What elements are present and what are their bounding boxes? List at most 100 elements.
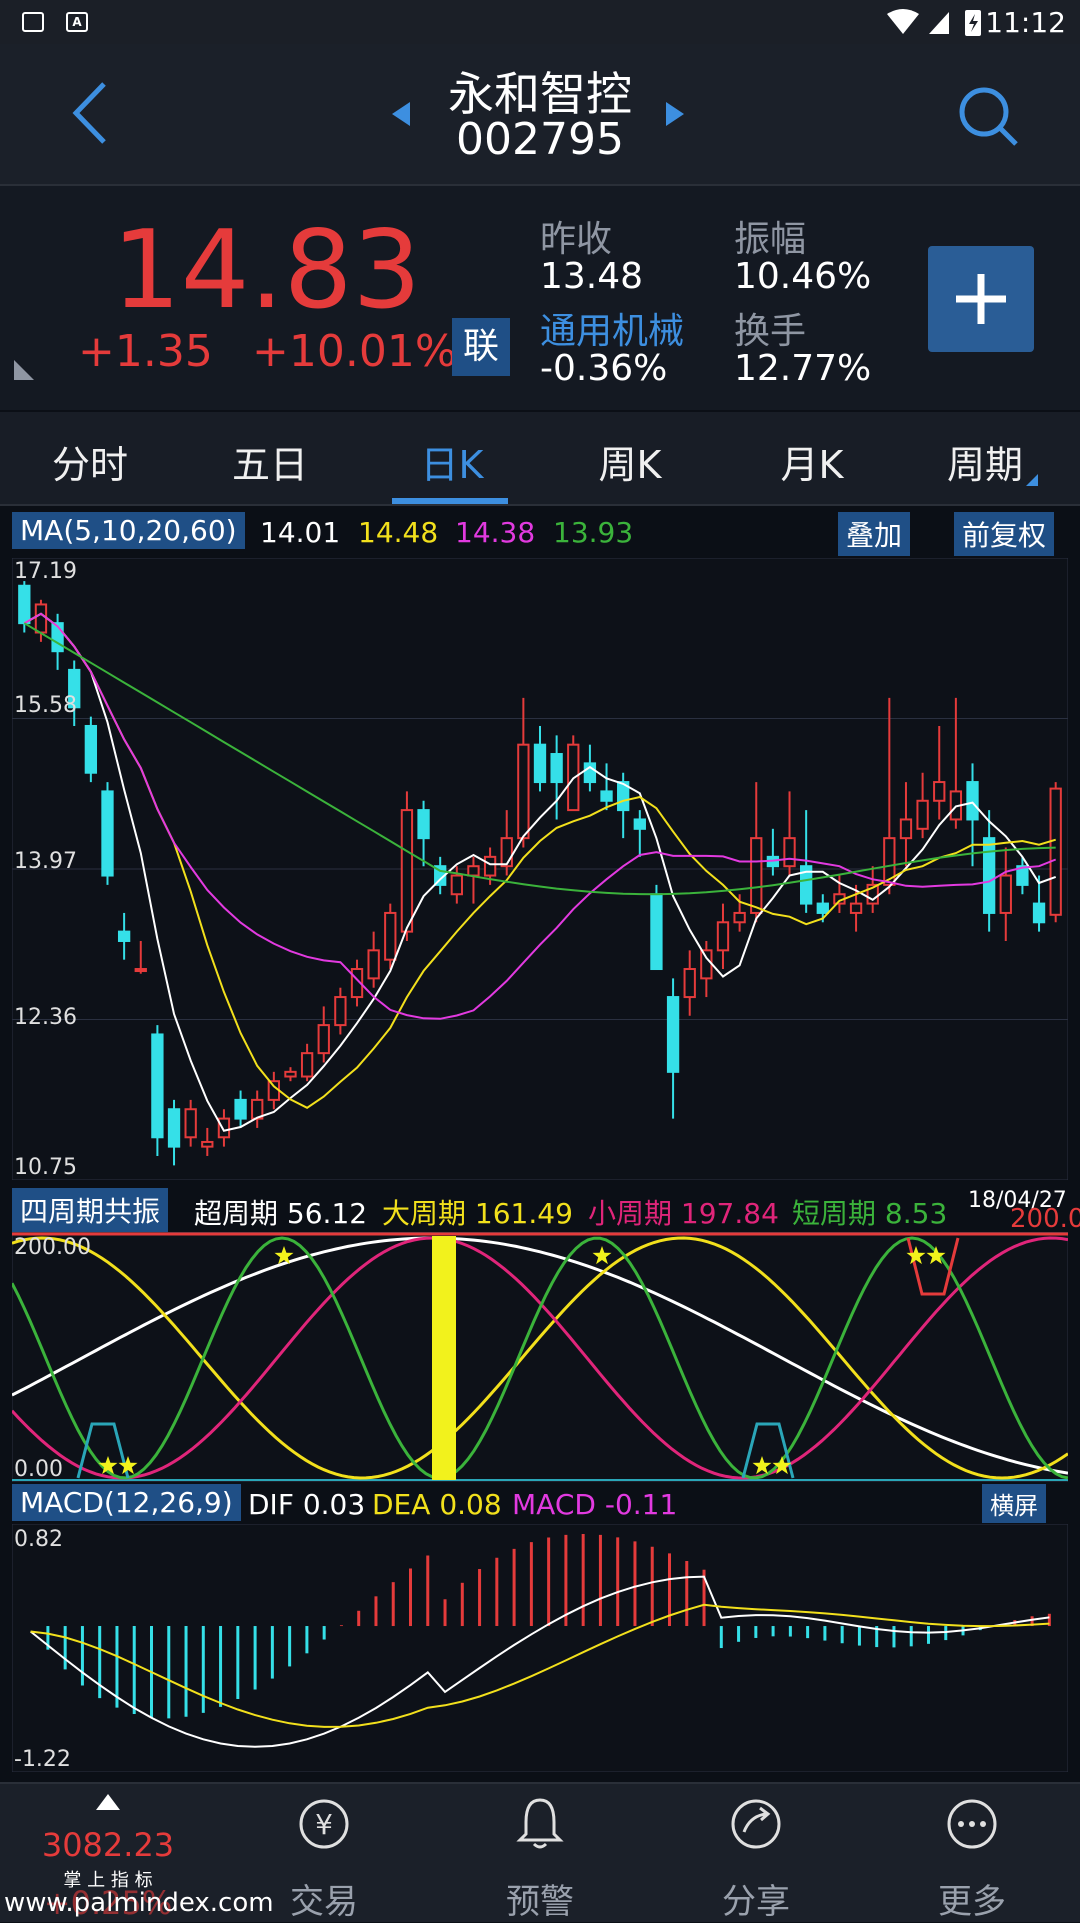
tab-monthly-k[interactable]: 月K	[752, 434, 872, 489]
ma10-value: 14.48	[358, 516, 439, 549]
macd-chart[interactable]: 0.82 -1.22	[12, 1524, 1068, 1772]
axis-label-top: 17.19	[14, 559, 77, 584]
axis-label-3: 13.97	[14, 849, 77, 874]
status-time: 11:12	[985, 6, 1066, 39]
sector-link[interactable]: 通用机械	[540, 302, 684, 354]
font-notification-icon: A	[66, 12, 88, 32]
status-bar: A 11:12	[0, 0, 1080, 44]
amplitude-label: 振幅	[734, 219, 807, 260]
candle-body	[217, 1117, 231, 1139]
resonance-bar	[432, 1236, 456, 1480]
tab-daily-k[interactable]: 日K	[392, 434, 512, 489]
nav-more[interactable]: 更多	[864, 1784, 1080, 1922]
kline-chart[interactable]: 17.19 15.58 13.97 12.36 10.75	[12, 558, 1068, 1180]
active-tab-indicator	[392, 498, 508, 504]
adjust-button[interactable]: 前复权	[954, 512, 1055, 556]
candle-body	[450, 874, 463, 896]
big-cycle-label: 大周期	[382, 1197, 467, 1230]
nav-share-label: 分享	[722, 1882, 790, 1922]
candle-body	[483, 855, 497, 877]
share-icon	[731, 1799, 781, 1849]
macd-legend-bar: MACD(12,26,9) DIF 0.03 DEA 0.08 MACD -0.…	[0, 1484, 1080, 1524]
candle-body	[151, 1033, 164, 1139]
tab-intraday[interactable]: 分时	[30, 434, 150, 489]
short-cycle-value: 8.53	[884, 1197, 948, 1230]
tab-weekly-k[interactable]: 周K	[570, 434, 690, 489]
tab-five-day[interactable]: 五日	[210, 434, 330, 489]
cycle-axis-top: 200.00	[14, 1235, 91, 1260]
short-cycle-label: 短周期	[792, 1197, 877, 1230]
yen-exchange-icon: ¥	[299, 1799, 349, 1849]
period-tabs: 分时 五日 日K 周K 月K 周期	[0, 412, 1080, 506]
nav-share[interactable]: 分享	[648, 1784, 864, 1922]
nav-alert-label: 预警	[506, 1882, 574, 1922]
next-stock-icon[interactable]	[664, 100, 686, 128]
candle-body	[234, 1098, 247, 1120]
candle-body	[167, 1108, 181, 1148]
macd-badge[interactable]: MACD(12,26,9)	[12, 1484, 241, 1521]
candle-body	[500, 837, 513, 868]
signal-icon	[929, 12, 949, 34]
link-badge[interactable]: 联	[452, 318, 510, 376]
landscape-button[interactable]: 横屏	[982, 1484, 1046, 1523]
candle-body	[201, 1140, 214, 1148]
candle-body	[999, 874, 1012, 914]
candle-body	[300, 1052, 314, 1078]
nav-trade[interactable]: ¥ 交易	[216, 1784, 432, 1922]
prev-close-value: 13.48	[540, 256, 644, 297]
candle-body	[733, 911, 746, 924]
search-icon[interactable]	[956, 84, 1022, 150]
candle-body	[666, 996, 680, 1073]
macd-axis-bottom: -1.22	[14, 1747, 71, 1772]
candle-body	[18, 584, 31, 625]
macd-hist-value: -0.11	[604, 1488, 678, 1521]
candle-body	[267, 1080, 280, 1101]
ma-badge[interactable]: MA(5,10,20,60)	[12, 512, 245, 549]
candle-body	[467, 865, 480, 877]
candle-body	[533, 743, 547, 784]
candle-body	[750, 837, 763, 914]
cycle-badge[interactable]: 四周期共振	[12, 1188, 169, 1232]
image-notification-icon	[22, 12, 44, 32]
cycle-legend-bar: 四周期共振 超周期 56.12 大周期 161.49 小周期 197.84 短周…	[0, 1186, 1080, 1234]
cycle-chart[interactable]: 200.00 0.00	[12, 1232, 1068, 1482]
candle-body	[400, 809, 414, 933]
ma20-value: 14.38	[455, 516, 536, 549]
super-cycle-value: 56.12	[286, 1197, 368, 1230]
turnover-value: 12.77%	[734, 348, 872, 389]
plus-icon	[956, 274, 1006, 324]
ma60-value: 13.93	[553, 516, 634, 549]
axis-label-2: 15.58	[14, 693, 77, 718]
amplitude-value: 10.46%	[734, 256, 872, 297]
candle-body	[899, 818, 913, 840]
prev-close-label: 昨收	[540, 219, 613, 260]
candle-body	[650, 893, 663, 971]
nav-index[interactable]: 3082.23 掌 上 指 标 +0.25% www.palmindex.com	[0, 1784, 274, 1922]
candle-body	[1032, 902, 1046, 924]
dea-label: DEA	[372, 1488, 431, 1521]
candle-body	[849, 902, 863, 914]
add-watchlist-button[interactable]	[928, 246, 1034, 352]
candle-body	[384, 911, 397, 961]
overlay-button[interactable]: 叠加	[838, 512, 911, 556]
header: 永和智控 002795	[0, 44, 1080, 186]
macd-axis-top: 0.82	[14, 1527, 63, 1552]
candle-body	[101, 790, 114, 877]
candle-body	[134, 968, 147, 973]
candle-body	[933, 781, 946, 802]
candle-body	[633, 818, 646, 830]
nav-alert[interactable]: 预警	[432, 1784, 648, 1922]
candle-body	[1049, 787, 1062, 916]
price-change: +1.35	[78, 326, 213, 377]
dif-label: DIF	[248, 1488, 294, 1521]
candle-body	[317, 1024, 330, 1055]
candle-body	[816, 902, 829, 914]
corner-expand-icon[interactable]	[12, 358, 36, 382]
candle-body	[184, 1108, 197, 1139]
cycle-level: 200.00	[1010, 1204, 1080, 1234]
nav-more-label: 更多	[938, 1882, 1006, 1922]
candle-body	[966, 781, 979, 821]
candle-body	[550, 753, 563, 784]
turnover-label: 换手	[734, 311, 807, 352]
candle-body	[34, 603, 48, 634]
